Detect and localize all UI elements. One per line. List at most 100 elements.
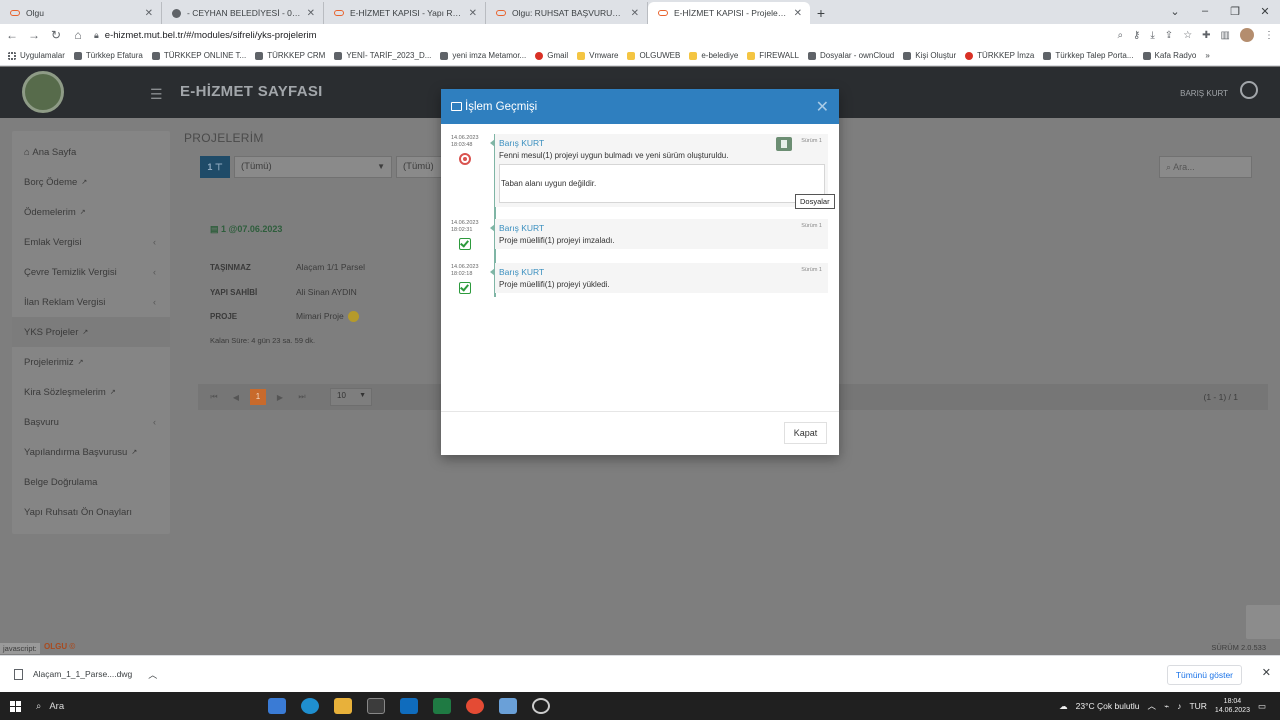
last-page-icon[interactable]: ⏭ <box>294 392 310 402</box>
entry-user[interactable]: Barış KURT <box>499 267 824 277</box>
prev-page-icon[interactable]: ◀ <box>228 393 244 402</box>
close-icon[interactable]: ✕ <box>794 8 802 19</box>
sidebar-item-basvuru[interactable]: Başvuru ‹ <box>12 407 170 437</box>
kapat-button[interactable]: Kapat <box>784 422 827 444</box>
back-icon[interactable]: ← <box>6 28 18 42</box>
store-icon[interactable] <box>367 698 385 714</box>
close-icon[interactable]: ✕ <box>631 8 639 19</box>
chrome-icon[interactable] <box>466 698 484 714</box>
close-icon[interactable]: ✕ <box>816 97 829 117</box>
page-size-select[interactable]: 10 ▼ <box>330 388 372 406</box>
bookmark-item[interactable]: Uygulamalar <box>8 51 65 60</box>
home-icon[interactable]: ⌂ <box>72 28 84 42</box>
notification-icon[interactable]: ▭ <box>1258 701 1266 712</box>
weather-text[interactable]: 23°C Çok bulutlu <box>1076 701 1140 711</box>
close-icon[interactable]: ✕ <box>307 8 315 19</box>
sidebar-item-yapi-ruhsati[interactable]: Yapı Ruhsatı Ön Onayları <box>12 497 170 527</box>
more-bookmarks-icon[interactable]: » <box>1205 51 1209 60</box>
browser-tab[interactable]: - CEYHAN BELEDİYESİ - 0850 303 ✕ <box>162 2 324 24</box>
bookmark-item[interactable]: Vmware <box>577 51 618 60</box>
zoom-icon[interactable]: ⌕ <box>1117 30 1123 41</box>
chevron-up-icon[interactable]: ︿ <box>148 668 157 681</box>
lock-icon[interactable]: 🔒︎ <box>94 30 99 41</box>
show-all-button[interactable]: Tümünü göster <box>1166 665 1242 685</box>
bookmark-item[interactable]: Gmail <box>535 51 568 60</box>
install-icon[interactable]: ⤓ <box>1150 30 1154 41</box>
profile-avatar[interactable] <box>1240 28 1254 42</box>
bookmark-item[interactable]: FIREWALL <box>747 51 799 60</box>
bookmark-item[interactable]: e-belediye <box>689 51 738 60</box>
snipping-icon[interactable] <box>499 698 517 714</box>
outlook-icon[interactable] <box>400 698 418 714</box>
sidebar-item-yapilandirma[interactable]: Yapılandırma Başvurusu ↗ <box>12 437 170 467</box>
minimize-icon[interactable]: – <box>1190 0 1220 22</box>
language-indicator[interactable]: TUR <box>1189 701 1206 711</box>
side-panel-icon[interactable]: ▥ <box>1221 30 1230 41</box>
user-avatar-icon[interactable] <box>1240 81 1258 99</box>
bookmark-item[interactable]: Kafa Radyo <box>1142 51 1196 60</box>
close-window-icon[interactable]: ✕ <box>1250 0 1280 22</box>
sidebar-item-emlak-vergisi[interactable]: Emlak Vergisi ‹ <box>12 227 170 257</box>
bookmark-item[interactable]: Türkkep Efatura <box>73 51 143 60</box>
volume-icon[interactable]: ♪ <box>1177 701 1181 711</box>
sidebar-item-borc-odeme[interactable]: Borç Ödeme ↗ <box>12 167 170 197</box>
forward-icon[interactable]: → <box>28 28 40 42</box>
browser-tab-active[interactable]: E-HİZMET KAPISI - Projelerim ✕ <box>648 2 810 24</box>
sidebar-item-projelerimiz[interactable]: Projelerimiz ↗ <box>12 347 170 377</box>
bookmark-item[interactable]: Dosyalar - ownCloud <box>808 51 894 60</box>
bookmark-item[interactable]: yeni imza Metamor... <box>440 51 526 60</box>
clock-app-icon[interactable] <box>532 698 550 714</box>
file-explorer-icon[interactable] <box>334 698 352 714</box>
close-icon[interactable]: ✕ <box>469 8 477 19</box>
browser-tab[interactable]: E-HİZMET KAPISI - Yapı Ruhsatı İ ✕ <box>324 2 486 24</box>
entry-user[interactable]: Barış KURT <box>499 223 824 233</box>
bookmark-item[interactable]: Kişi Oluştur <box>903 51 956 60</box>
recaptcha-badge[interactable] <box>1246 605 1280 639</box>
excel-icon[interactable] <box>433 698 451 714</box>
bookmark-item[interactable]: TÜRKKEP İmza <box>965 51 1034 60</box>
sidebar-item-odemelerim[interactable]: Ödemelerim ↗ <box>12 197 170 227</box>
sidebar-item-ilan-reklam[interactable]: İlan Reklam Vergisi ‹ <box>12 287 170 317</box>
browser-tab[interactable]: Olgu: RUHSAT BAŞVURULARI ✕ <box>486 2 648 24</box>
user-name[interactable]: BARIŞ KURT <box>1180 89 1228 98</box>
share-icon[interactable]: ⇪ <box>1165 30 1173 41</box>
reload-icon[interactable]: ↻ <box>50 28 62 42</box>
sidebar-item-cevre-temizlik[interactable]: Çevre Temizlik Vergisi ‹ <box>12 257 170 287</box>
menu-icon[interactable]: ⋮ <box>1264 30 1274 41</box>
sidebar-item-kira[interactable]: Kira Sözleşmelerim ↗ <box>12 377 170 407</box>
files-button[interactable] <box>776 137 792 151</box>
bookmark-item[interactable]: YENİ- TARİF_2023_D... <box>334 51 431 60</box>
download-item[interactable]: Alaçam_1_1_Parse....dwg <box>33 669 132 679</box>
edge-icon[interactable] <box>301 698 319 714</box>
clock[interactable]: 18:04 14.06.2023 <box>1215 697 1250 715</box>
taskbar-search[interactable]: ⌕ Ara <box>36 701 226 712</box>
next-page-icon[interactable]: ▶ <box>272 393 288 402</box>
bookmark-item[interactable]: TÜRKKEP ONLINE T... <box>151 51 246 60</box>
close-icon[interactable]: ✕ <box>145 8 153 19</box>
bookmark-item[interactable]: OLGUWEB <box>627 51 680 60</box>
record-id[interactable]: ▤ 1 @07.06.2023 <box>210 224 282 235</box>
url-field[interactable]: 🔒︎ e-hizmet.mut.bel.tr/#/modules/sifreli… <box>94 26 1107 44</box>
close-icon[interactable]: ✕ <box>1262 666 1271 679</box>
task-view-icon[interactable] <box>268 698 286 714</box>
sidebar-item-ana-sayfa[interactable]: ⌂ Ana Sayfa <box>12 137 170 167</box>
bookmark-star-icon[interactable]: ☆ <box>1183 30 1192 41</box>
bookmark-item[interactable]: TÜRKKEP CRM <box>255 51 325 60</box>
key-icon[interactable]: ⚷ <box>1133 30 1140 41</box>
current-page[interactable]: 1 <box>250 389 266 405</box>
restore-icon[interactable]: ❐ <box>1220 0 1250 22</box>
start-button[interactable] <box>0 700 30 712</box>
new-tab-icon[interactable]: + <box>810 2 832 24</box>
chevron-up-icon[interactable]: ︿ <box>1148 700 1157 712</box>
project-status-icon[interactable] <box>347 311 359 323</box>
bookmark-item[interactable]: Türkkep Talep Porta... <box>1043 51 1134 60</box>
browser-tab[interactable]: Olgu ✕ <box>0 2 162 24</box>
sidebar-item-belge-dogrulama[interactable]: Belge Doğrulama <box>12 467 170 497</box>
first-page-icon[interactable]: ⏮ <box>206 392 222 402</box>
network-icon[interactable]: ⌁ <box>1164 701 1169 712</box>
weather-icon[interactable]: ☁ <box>1059 701 1068 712</box>
tab-search-icon[interactable]: ⌄ <box>1160 0 1190 22</box>
hamburger-menu-icon[interactable]: ☰ <box>150 86 163 103</box>
sidebar-item-yks-projeler[interactable]: YKS Projeler ↗ <box>12 317 170 347</box>
extensions-icon[interactable]: ✚ <box>1202 30 1210 41</box>
